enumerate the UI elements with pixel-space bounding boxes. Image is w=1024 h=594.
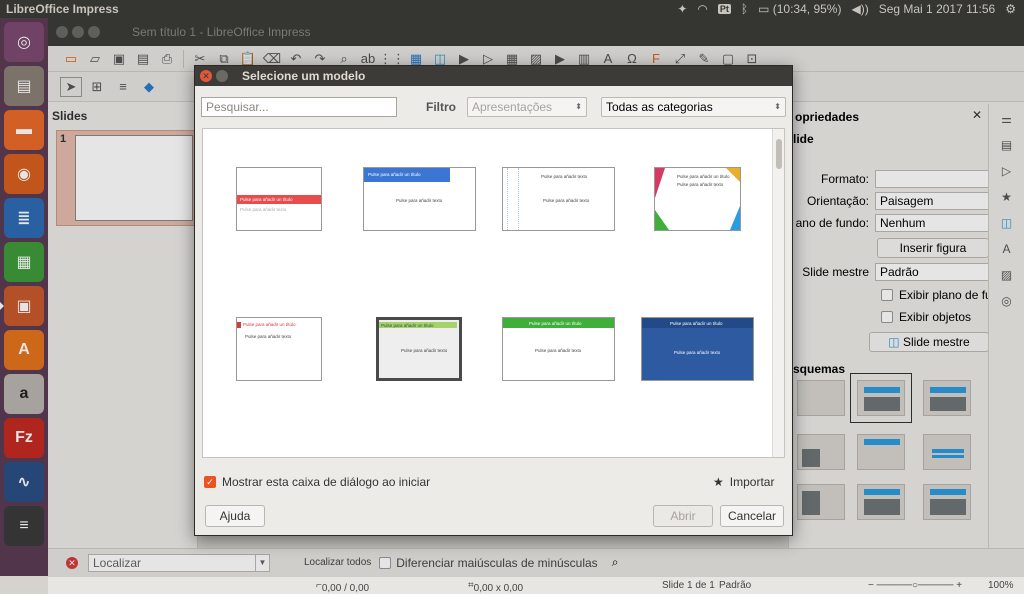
dialog-titlebar: ✕ Selecione um modelo xyxy=(195,66,792,86)
template-thumbnail[interactable]: Pulse para añadir un título Pulse para a… xyxy=(236,167,322,231)
template-title: Pulse para añadir un título xyxy=(240,197,293,202)
star-icon: ★ xyxy=(713,475,724,489)
open-button[interactable]: Abrir xyxy=(653,505,713,527)
template-title: Pulse para añadir un título xyxy=(677,174,730,179)
slide-count: Slide 1 de 1 xyxy=(662,580,715,591)
position-readout: ⌐ 0,00 / 0,00 xyxy=(316,580,370,594)
dialog-title: Selecione um modelo xyxy=(242,69,366,83)
template-subtitle: Pulse para añadir texto xyxy=(677,182,724,187)
zoom-slider[interactable]: − ─────○───── + xyxy=(868,580,962,591)
template-subtitle: Pulse para añadir texto xyxy=(245,334,292,339)
template-title: Pulse para añadir un título xyxy=(381,323,434,328)
import-label: Importar xyxy=(729,475,775,489)
template-thumbnail[interactable]: Pulse para añadir un título Pulse para a… xyxy=(236,317,322,381)
dialog-minimize-icon[interactable] xyxy=(216,70,228,82)
dialog-close-icon[interactable]: ✕ xyxy=(200,70,212,82)
show-on-start-label: Mostrar esta caixa de diálogo ao iniciar xyxy=(222,475,431,489)
template-gallery: Pulse para añadir un título Pulse para a… xyxy=(202,128,785,458)
master-name: Padrão xyxy=(719,580,752,591)
template-subtitle: Pulse para añadir texto xyxy=(674,350,721,355)
filter-category-select[interactable]: Todas as categorias ⬍ xyxy=(601,97,786,117)
zoom-level[interactable]: 100% xyxy=(988,580,1014,591)
template-thumbnail[interactable]: Pulse para añadir un título Pulse para a… xyxy=(376,317,462,381)
filter-type-value: Apresentações xyxy=(472,100,553,114)
spin-arrows-icon: ⬍ xyxy=(774,102,781,111)
help-button[interactable]: Ajuda xyxy=(205,505,265,527)
status-bar: ⌐ 0,00 / 0,00 ⌗ 0,00 x 0,00 Slide 1 de 1… xyxy=(48,576,1024,594)
filter-category-value: Todas as categorias xyxy=(606,100,713,114)
template-thumbnail[interactable]: Pulse para añadir un título Pulse para a… xyxy=(654,167,741,231)
cancel-button[interactable]: Cancelar xyxy=(720,505,784,527)
template-thumbnail[interactable]: Pulse para añadir un título Pulse para a… xyxy=(363,167,476,231)
template-title: Pulse para añadir texto xyxy=(541,174,588,179)
size-value: 0,00 x 0,00 xyxy=(473,583,524,594)
scrollbar-thumb[interactable] xyxy=(776,139,782,169)
template-subtitle: Pulse para añadir texto xyxy=(401,348,448,353)
template-title: Pulse para añadir un título xyxy=(243,322,296,327)
template-title: Pulse para añadir un título xyxy=(529,321,582,326)
filter-type-select[interactable]: Apresentações ⬍ xyxy=(467,97,587,117)
checkmark-icon[interactable]: ✓ xyxy=(204,476,216,488)
filter-label: Filtro xyxy=(426,100,456,114)
show-on-start-checkbox[interactable]: ✓ Mostrar esta caixa de diálogo ao inici… xyxy=(204,475,430,489)
template-title: Pulse para añadir un título xyxy=(368,172,421,177)
template-dialog: ✕ Selecione um modelo Pesquisar... Filtr… xyxy=(194,65,793,536)
template-title: Pulse para añadir un título xyxy=(670,321,723,326)
spin-arrows-icon: ⬍ xyxy=(575,102,582,111)
import-button[interactable]: ★ Importar xyxy=(713,475,774,489)
template-subtitle: Pulse para añadir texto xyxy=(535,348,582,353)
gallery-scrollbar[interactable] xyxy=(772,129,784,457)
template-thumbnail[interactable]: Pulse para añadir un título Pulse para a… xyxy=(502,317,615,381)
size-readout: ⌗ 0,00 x 0,00 xyxy=(468,580,524,594)
template-thumbnail[interactable]: Pulse para añadir un título Pulse para a… xyxy=(641,317,754,381)
template-search-input[interactable]: Pesquisar... xyxy=(201,97,397,117)
template-subtitle: Pulse para añadir texto xyxy=(396,198,443,203)
template-thumbnail[interactable]: Pulse para añadir texto Pulse para añadi… xyxy=(502,167,615,231)
template-subtitle: Pulse para añadir texto xyxy=(240,207,287,212)
position-value: 0,00 / 0,00 xyxy=(321,583,370,594)
template-subtitle: Pulse para añadir texto xyxy=(543,198,590,203)
